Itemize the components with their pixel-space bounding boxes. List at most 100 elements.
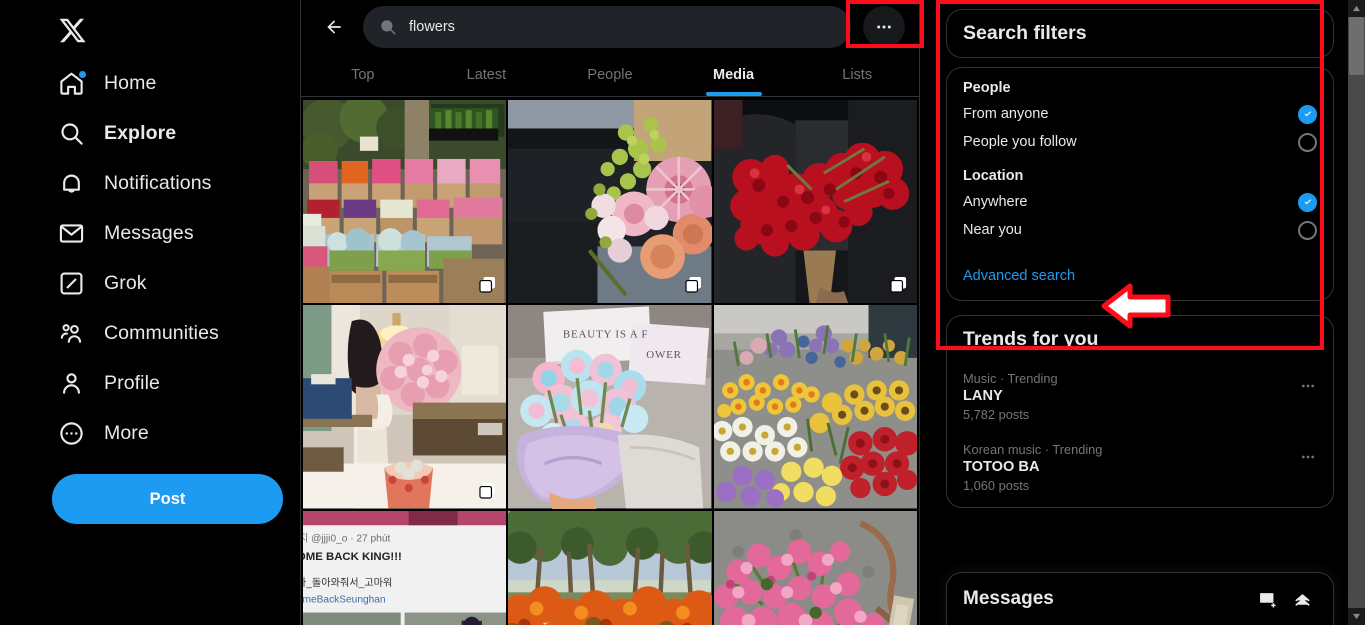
sidebar-item-label: Explore [104,121,177,144]
media-grid-item[interactable] [713,305,917,509]
sidebar-item-label: Notifications [104,171,212,194]
main-column: Top Latest People Media Lists [300,0,920,625]
sidebar-item-label: Profile [104,371,160,394]
caret-up-icon [1353,5,1360,12]
svg-text:OME BACK KING!!!: OME BACK KING!!! [303,550,402,562]
stacked-photos-icon [478,275,497,294]
sidebar-item-communities[interactable]: Communities [52,308,225,358]
more-circle-icon [58,420,85,447]
filter-option-near-you[interactable]: Near you [963,216,1317,244]
search-header [301,0,919,53]
ellipsis-icon[interactable] [1295,373,1321,399]
trend-item[interactable]: Music · Trending LANY 5,782 posts [947,361,1333,432]
arrow-left-icon [327,19,341,34]
sidebar-item-more[interactable]: More [52,408,155,458]
trends-card: Trends for you Music · Trending LANY 5,7… [946,315,1334,508]
trends-title: Trends for you [963,328,1099,350]
sidebar-item-notifications[interactable]: Notifications [52,158,218,208]
radio-unselected-icon[interactable] [1298,220,1317,240]
flower-market-stall-bouquets [303,100,507,304]
sidebar-item-messages[interactable]: Messages [52,208,200,258]
page-scrollbar[interactable] [1348,0,1365,625]
search-result-tabs: Top Latest People Media Lists [301,53,919,97]
media-grid-item[interactable] [713,510,917,625]
tab-lists[interactable]: Lists [795,53,919,96]
trend-category: Music · Trending [963,371,1058,386]
tab-latest[interactable]: Latest [425,53,549,96]
sidebar-item-home[interactable]: Home [52,58,162,108]
search-icon [379,18,397,36]
sidebar-item-profile[interactable]: Profile [52,358,166,408]
sidebar-item-label: Grok [104,271,147,294]
rainbow-roses-purple-wrap: BEAUTY IS A F OWER [508,305,712,509]
red-roses-in-car [713,100,917,304]
svg-text:OWER: OWER [647,349,683,361]
filter-option-people-you-follow[interactable]: People you follow [963,128,1317,156]
home-unread-dot [79,70,86,78]
tab-media[interactable]: Media [672,53,796,96]
pink-gerbera-rose-bouquet [508,100,712,304]
media-grid-item[interactable] [303,305,507,509]
scroll-down-button[interactable] [1348,608,1365,625]
x-search-page: Home Explore Notifications Messages Grok… [0,0,1365,625]
sidebar-item-label: More [104,421,149,444]
messages-dock-title: Messages [963,588,1054,609]
media-grid-item[interactable] [303,100,507,304]
sidebar-item-grok[interactable]: Grok [52,258,153,308]
media-grid-item[interactable]: 지 @jjji0_o · 27 phút OME BACK KING!!! 아_… [303,510,507,625]
search-filters-header-card: Search filters [946,9,1334,58]
ellipsis-icon[interactable] [1295,444,1321,470]
media-grid-item[interactable]: BEAUTY IS A F OWER [508,305,712,509]
stacked-photos-icon [684,275,703,294]
media-grid-item[interactable] [713,100,917,304]
scrollbar-track[interactable] [1348,17,1365,608]
post-button[interactable]: Post [52,474,283,524]
search-settings-button[interactable] [863,5,905,48]
media-grid-item[interactable] [508,510,712,625]
primary-sidebar: Home Explore Notifications Messages Grok… [0,0,300,625]
scrollbar-thumb[interactable] [1349,17,1364,75]
check-icon[interactable] [1298,104,1317,124]
stacked-photos-icon [478,481,497,500]
messages-dock[interactable]: Messages [946,572,1334,625]
filter-option-label: Near you [963,222,1022,238]
media-grid: BEAUTY IS A F OWER 지 @jjji0_o · 27 phút … [301,100,919,625]
trend-item[interactable]: Korean music · Trending TOTOO BA 1,060 p… [947,432,1333,503]
sidebar-item-label: Home [104,71,157,94]
filter-group-spacer [963,156,1317,168]
media-grid-item[interactable] [508,100,712,304]
ellipsis-icon [877,25,891,28]
sidebar-nav: Home Explore Notifications Messages Grok… [52,58,300,458]
filter-option-anywhere[interactable]: Anywhere [963,188,1317,216]
sidebar-item-label: Communities [104,321,219,344]
trend-post-count: 5,782 posts [963,407,1030,422]
right-sidebar: Search filters People From anyone People… [930,0,1350,625]
tab-people[interactable]: People [548,53,672,96]
autumn-orange-garden-path [508,510,712,625]
colorful-mixed-flower-market [713,305,917,509]
trend-name: LANY [963,388,1003,404]
search-filters-card: People From anyone People you follow Loc… [946,67,1334,301]
trend-name: TOTOO BA [963,459,1040,475]
envelope-icon [58,220,85,247]
scroll-up-button[interactable] [1348,0,1365,17]
search-input[interactable] [409,18,835,35]
person-icon [58,370,85,397]
back-button[interactable] [317,10,351,44]
woman-holding-pink-rose-bouquet [303,305,507,509]
check-icon[interactable] [1298,192,1317,212]
advanced-search-link[interactable]: Advanced search [963,268,1317,284]
filter-option-from-anyone[interactable]: From anyone [963,100,1317,128]
svg-text:지 @jjji0_o · 27 phút: 지 @jjji0_o · 27 phút [303,532,390,544]
sidebar-item-explore[interactable]: Explore [52,108,182,158]
filter-group-heading-people: People [963,80,1011,96]
search-icon [58,120,85,147]
radio-unselected-icon[interactable] [1298,132,1317,152]
svg-text:BEAUTY IS A F: BEAUTY IS A F [563,329,648,341]
new-message-icon[interactable] [1253,584,1283,614]
x-logo-icon[interactable] [52,4,104,56]
search-box[interactable] [363,5,851,48]
tab-top[interactable]: Top [301,53,425,96]
chevron-up-icon[interactable] [1287,584,1317,614]
filter-option-label: Anywhere [963,194,1028,210]
